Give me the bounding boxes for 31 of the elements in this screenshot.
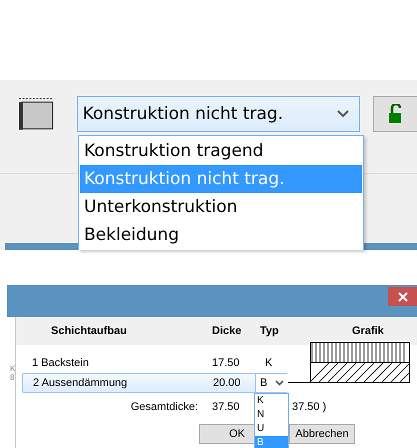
type-option[interactable]: N [255, 408, 288, 422]
caret-icon [275, 380, 284, 386]
side-mark: K [10, 364, 16, 373]
layer-name: 1 Backstein [31, 357, 90, 369]
type-combo[interactable]: B [255, 374, 289, 392]
total-extra: 37.50 ) [292, 401, 328, 413]
layer-type-combo[interactable]: Konstruktion nicht trag. [76, 96, 360, 132]
layer-name: 2 Aussendämmung [32, 377, 128, 389]
thickness-cell-text: 17.50 [212, 357, 241, 369]
column-header: Dicke [212, 325, 242, 337]
type-option[interactable]: K [255, 394, 288, 408]
thickness-cell-text: 20.00 [213, 377, 242, 389]
total-label: Gesamtdicke: [130, 401, 199, 413]
lock-button[interactable] [372, 96, 417, 132]
column-header: Grafik [351, 325, 385, 337]
padlock-icon [388, 104, 402, 124]
option-item[interactable]: Bekleidung [80, 221, 362, 249]
column-header: Schichtaufbau [50, 325, 128, 337]
layer-icon [18, 97, 54, 131]
option-item[interactable]: Konstruktion tragend [80, 137, 362, 165]
selected-row[interactable]: 2 Aussendämmung 20.00 B [22, 373, 288, 393]
total-value: 37.50 [212, 401, 241, 413]
caret-icon [336, 110, 349, 118]
option-item[interactable]: Unterkonstruktion [80, 193, 362, 221]
column-header: Typ [260, 325, 280, 337]
table-row[interactable]: 1 Backstein 17.50 K [22, 353, 288, 373]
side-mark: 8 [10, 373, 16, 382]
close-icon [398, 292, 408, 302]
type-cell-text: K [264, 357, 274, 369]
close-button[interactable] [388, 287, 417, 306]
cancel-button[interactable]: Abbrechen [289, 424, 355, 444]
